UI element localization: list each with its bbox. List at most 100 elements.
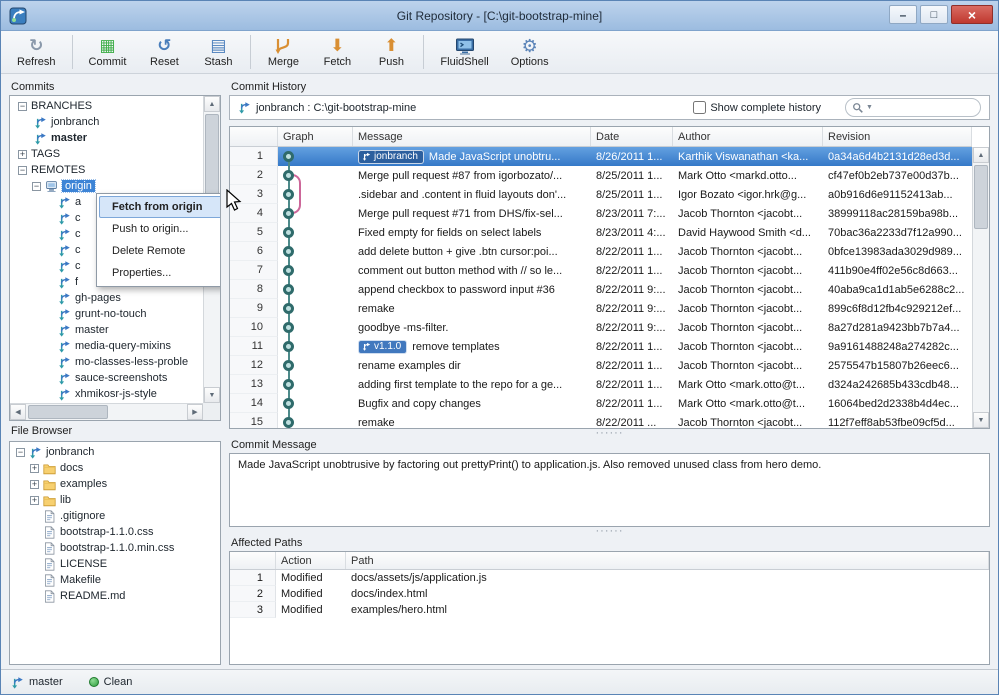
- tree-item-branch[interactable]: master: [10, 130, 203, 146]
- commit-row[interactable]: 8 append checkbox to password input #36 …: [230, 280, 972, 299]
- tree-node-root-branch[interactable]: jonbranch: [10, 444, 220, 460]
- minimize-button[interactable]: [889, 5, 917, 24]
- commit-row[interactable]: 13 adding first template to the repo for…: [230, 375, 972, 394]
- expand-icon[interactable]: [18, 150, 27, 159]
- tree-node-tags[interactable]: TAGS: [10, 146, 203, 162]
- history-vertical-scrollbar[interactable]: ▲ ▼: [972, 147, 989, 428]
- push-button[interactable]: ⬆ Push: [369, 34, 413, 70]
- collapse-icon[interactable]: [18, 166, 27, 175]
- column-header-index[interactable]: [230, 127, 278, 146]
- commit-row[interactable]: 9 remake 8/22/2011 9:... Jacob Thornton …: [230, 299, 972, 318]
- tree-node-branches[interactable]: BRANCHES: [10, 98, 203, 114]
- scroll-down-button[interactable]: ▼: [973, 412, 989, 428]
- merge-button[interactable]: Merge: [261, 34, 305, 70]
- commit-row[interactable]: 12 rename examples dir 8/22/2011 1... Ja…: [230, 356, 972, 375]
- commit-row[interactable]: 2 Merge pull request #87 from igorbozato…: [230, 166, 972, 185]
- commit-row[interactable]: 3 .sidebar and .content in fluid layouts…: [230, 185, 972, 204]
- fetch-button[interactable]: ⬇ Fetch: [315, 34, 359, 70]
- commit-row[interactable]: 14 Bugfix and copy changes 8/22/2011 1..…: [230, 394, 972, 413]
- tree-item-remote-branch[interactable]: sauce-screenshots: [10, 370, 203, 386]
- commit-row[interactable]: 11 v1.1.0 remove templates 8/22/2011 1..…: [230, 337, 972, 356]
- column-header-revision[interactable]: Revision: [823, 127, 972, 146]
- collapse-icon[interactable]: [18, 102, 27, 111]
- show-complete-history-checkbox[interactable]: [693, 101, 706, 114]
- column-header-graph[interactable]: Graph: [278, 127, 353, 146]
- tree-item-remote-branch[interactable]: gh-pages: [10, 290, 203, 306]
- tree-node-origin[interactable]: origin: [10, 178, 203, 194]
- tree-item-folder[interactable]: lib: [10, 492, 220, 508]
- reset-button[interactable]: ↺ Reset: [142, 34, 186, 70]
- search-box[interactable]: ▼: [845, 98, 981, 117]
- scroll-thumb[interactable]: [205, 114, 219, 204]
- scroll-left-button[interactable]: ◀: [10, 404, 26, 420]
- refresh-button[interactable]: ↻ Refresh: [11, 34, 62, 70]
- column-header-index[interactable]: [230, 552, 276, 569]
- commit-row[interactable]: 5 Fixed empty for fields on select label…: [230, 223, 972, 242]
- stash-button[interactable]: ▤ Stash: [196, 34, 240, 70]
- commit-history-tab[interactable]: Commit History: [229, 79, 990, 95]
- context-menu-item[interactable]: Properties...: [99, 262, 221, 284]
- collapse-icon[interactable]: [32, 182, 41, 191]
- tree-item-branch[interactable]: jonbranch: [10, 114, 203, 130]
- column-header-date[interactable]: Date: [591, 127, 673, 146]
- branch-icon: [58, 276, 71, 289]
- affected-path-row[interactable]: 3 Modified examples/hero.html: [230, 602, 989, 618]
- tree-node-remotes[interactable]: REMOTES: [10, 162, 203, 178]
- context-menu-item[interactable]: Push to origin...: [99, 218, 221, 240]
- commit-row[interactable]: 7 comment out button method with // so l…: [230, 261, 972, 280]
- commit-button[interactable]: ▦ Commit: [83, 34, 133, 70]
- tree-item-file[interactable]: .gitignore: [10, 508, 220, 524]
- scroll-thumb[interactable]: [974, 165, 988, 229]
- commit-row[interactable]: 15 remake 8/22/2011 ... Jacob Thornton <…: [230, 413, 972, 428]
- column-header-action[interactable]: Action: [276, 552, 346, 569]
- scroll-right-button[interactable]: ▶: [187, 404, 203, 420]
- tree-item-file[interactable]: LICENSE: [10, 556, 220, 572]
- tree-item-file[interactable]: Makefile: [10, 572, 220, 588]
- horizontal-splitter[interactable]: [229, 527, 990, 535]
- tree-item-remote-branch[interactable]: media-query-mixins: [10, 338, 203, 354]
- commit-row[interactable]: 4 Merge pull request #71 from DHS/fix-se…: [230, 204, 972, 223]
- context-menu-item[interactable]: Fetch from origin: [99, 196, 221, 218]
- context-menu-item[interactable]: Delete Remote: [99, 240, 221, 262]
- commit-row[interactable]: 6 add delete button + give .btn cursor:p…: [230, 242, 972, 261]
- search-options-arrow-icon[interactable]: ▼: [866, 104, 873, 111]
- commit-revision-cell: 38999118ac28159ba98b...: [823, 204, 972, 223]
- column-header-path[interactable]: Path: [346, 552, 989, 569]
- tree-item-remote-branch[interactable]: xhmikosr-js-style: [10, 386, 203, 402]
- fluidshell-button[interactable]: FluidShell: [434, 34, 494, 70]
- repo-state-indicator: Clean: [89, 676, 133, 688]
- close-button[interactable]: [951, 5, 993, 24]
- search-input[interactable]: [875, 102, 974, 114]
- affected-path-row[interactable]: 1 Modified docs/assets/js/application.js: [230, 570, 989, 586]
- expand-icon[interactable]: [30, 480, 39, 489]
- titlebar[interactable]: Git Repository - [C:\git-bootstrap-mine]: [1, 1, 998, 31]
- expand-icon[interactable]: [30, 464, 39, 473]
- column-header-author[interactable]: Author: [673, 127, 823, 146]
- commit-row[interactable]: 10 goodbye -ms-filter. 8/22/2011 9:... J…: [230, 318, 972, 337]
- tree-item-remote-branch[interactable]: master: [10, 322, 203, 338]
- tree-item-remote-branch[interactable]: grunt-no-touch: [10, 306, 203, 322]
- scroll-down-button[interactable]: ▼: [204, 387, 220, 403]
- column-header-message[interactable]: Message: [353, 127, 591, 146]
- scroll-thumb[interactable]: [28, 405, 108, 419]
- options-button[interactable]: ⚙ Options: [505, 34, 555, 70]
- scroll-track[interactable]: [973, 163, 989, 412]
- scroll-up-button[interactable]: ▲: [973, 147, 989, 163]
- commit-message-box[interactable]: Made JavaScript unobtrusive by factoring…: [229, 453, 990, 527]
- horizontal-splitter[interactable]: [229, 429, 990, 437]
- tree-item-folder[interactable]: docs: [10, 460, 220, 476]
- affected-path-row[interactable]: 2 Modified docs/index.html: [230, 586, 989, 602]
- tree-item-file[interactable]: bootstrap-1.1.0.min.css: [10, 540, 220, 556]
- tree-item-folder[interactable]: examples: [10, 476, 220, 492]
- commits-horizontal-scrollbar[interactable]: ◀ ▶: [10, 403, 203, 420]
- maximize-button[interactable]: [920, 5, 948, 24]
- scroll-track[interactable]: [26, 404, 187, 420]
- scroll-up-button[interactable]: ▲: [204, 96, 220, 112]
- collapse-icon[interactable]: [16, 448, 25, 457]
- expand-icon[interactable]: [30, 496, 39, 505]
- tree-item-file[interactable]: README.md: [10, 588, 220, 604]
- commit-row[interactable]: 1 jonbranch Made JavaScript unobtru... 8…: [230, 147, 972, 166]
- tree-item-remote-branch[interactable]: mo-classes-less-proble: [10, 354, 203, 370]
- options-icon: ⚙: [522, 36, 538, 56]
- tree-item-file[interactable]: bootstrap-1.1.0.css: [10, 524, 220, 540]
